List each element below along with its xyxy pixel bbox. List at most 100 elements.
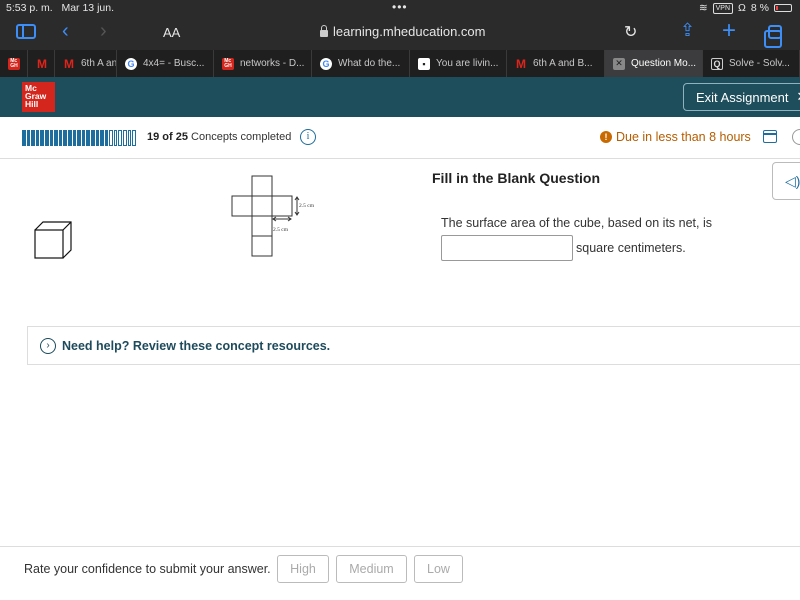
status-bar: 5:53 p. m. Mar 13 jun. ••• ≋ VPN Ω 8 % (0, 0, 800, 16)
confidence-footer: Rate your confidence to submit your answ… (0, 546, 800, 600)
progress-segment (104, 130, 109, 146)
help-circle-icon[interactable] (792, 129, 800, 145)
status-right: ≋ VPN Ω 8 % (699, 2, 792, 14)
tab-6th-ab[interactable]: M 6th A and B... (507, 50, 605, 77)
battery-icon (774, 4, 792, 12)
share-icon[interactable]: ⇪ (680, 20, 695, 41)
tab-label: 6th A and (81, 58, 117, 69)
tab-overview-icon[interactable] (764, 25, 782, 48)
progress-segment (100, 130, 104, 146)
back-icon[interactable]: ‹ (62, 20, 69, 43)
speaker-icon: ◁) (785, 173, 800, 189)
dimension-label: 2.5 cm (299, 203, 315, 209)
exit-assignment-button[interactable]: Exit Assignment ✕ (683, 83, 800, 111)
progress-segment (54, 130, 58, 146)
reader-settings-button[interactable]: AA (163, 25, 180, 40)
q-icon: Q (711, 57, 723, 70)
info-icon[interactable]: i (300, 129, 316, 145)
progress-segment (40, 130, 44, 146)
app-header: McGrawHill Exit Assignment ✕ (0, 77, 800, 117)
battery-percent: 8 % (750, 2, 769, 14)
forward-icon[interactable]: › (100, 20, 107, 43)
vpn-badge: VPN (712, 2, 734, 14)
progress-segment (113, 130, 118, 146)
tab-6th-a[interactable]: M 6th A and (55, 50, 117, 77)
wifi-icon: ≋ (698, 2, 708, 14)
progress-segment (132, 130, 136, 146)
concept-progress-bar (22, 130, 136, 146)
m-icon: M (64, 56, 74, 71)
progress-segment (58, 130, 63, 146)
confidence-low-button[interactable]: Low (414, 555, 463, 583)
multitask-dots-icon[interactable]: ••• (392, 0, 408, 14)
progress-segment (26, 130, 31, 146)
tab-networks[interactable]: Mc GH networks - D... (214, 50, 312, 77)
tab-label: networks - D... (240, 58, 305, 69)
tab-label: You are livin... (436, 58, 499, 69)
tab-m[interactable]: M (28, 50, 55, 77)
tab-mcgraw[interactable]: Mc GH (0, 50, 28, 77)
tab-bar: McGH M M 6th A and G 4x4= - Busc... McGH… (0, 50, 800, 77)
tab-label: 4x4= - Busc... (143, 58, 205, 69)
tab-you-are[interactable]: ▪ You are livin... (410, 50, 507, 77)
progress-segment (127, 130, 132, 146)
mcgraw-hill-logo: Mc Graw Hill (22, 82, 55, 112)
bookmark-icon: ▪ (418, 57, 430, 70)
lock-icon (320, 24, 328, 37)
progress-segment (90, 130, 95, 146)
sidebar-toggle-icon[interactable] (16, 24, 36, 39)
m-icon: M (516, 56, 526, 71)
tab-what-do[interactable]: G What do the... (312, 50, 410, 77)
cube-icon (34, 221, 72, 259)
tab-label: 6th A and B... (533, 58, 593, 69)
progress-segment (81, 130, 86, 146)
progress-segment (77, 130, 81, 146)
url-text: learning.mheducation.com (333, 24, 486, 39)
tab-question-mode[interactable]: ✕ Question Mo... (605, 50, 703, 77)
question-figure: 2.5 cm 2.5 cm (34, 175, 315, 259)
tab-label: What do the... (338, 58, 401, 69)
question-text: The surface area of the cube, based on i… (441, 216, 712, 230)
concept-resources-panel[interactable]: › Need help? Review these concept resour… (27, 326, 800, 365)
confidence-high-button[interactable]: High (277, 555, 329, 583)
tab-label: Solve - Solv... (729, 58, 790, 69)
progress-segment (31, 130, 35, 146)
concept-resources-link[interactable]: Need help? Review these concept resource… (62, 339, 330, 353)
answer-input[interactable] (441, 235, 573, 261)
close-icon: ✕ (797, 89, 800, 105)
progress-segment (35, 130, 40, 146)
progress-segment (72, 130, 77, 146)
cube-net (231, 175, 300, 257)
mcgraw-hill-icon: Mc GH (8, 57, 20, 70)
read-aloud-button[interactable]: ◁) (772, 162, 800, 200)
progress-segment (67, 130, 72, 146)
progress-segment (95, 130, 100, 146)
browser-toolbar: ‹ › AA learning.mheducation.com ↻ ⇪ + (0, 16, 800, 50)
confidence-medium-button[interactable]: Medium (336, 555, 407, 583)
reload-icon[interactable]: ↻ (624, 22, 637, 42)
progress-segment (63, 130, 67, 146)
google-icon: G (125, 57, 137, 70)
progress-count: 19 of 25 Concepts completed (147, 131, 292, 143)
address-bar[interactable]: learning.mheducation.com (320, 24, 485, 39)
tab-busc[interactable]: G 4x4= - Busc... (117, 50, 214, 77)
new-tab-icon[interactable]: + (722, 17, 736, 45)
dimension-label: 2.5 cm (273, 227, 289, 233)
progress-segment (22, 130, 26, 146)
mcgraw-hill-icon: Mc GH (222, 57, 234, 70)
tab-label: Question Mo... (631, 58, 697, 69)
progress-segment (86, 130, 90, 146)
progress-segment (109, 130, 113, 146)
answer-unit: square centimeters. (576, 241, 686, 255)
tab-solve[interactable]: Q Solve - Solv... (703, 50, 800, 77)
calendar-icon[interactable] (763, 130, 777, 143)
m-icon: M (37, 56, 47, 71)
chevron-right-icon: › (40, 337, 56, 354)
due-notice: ! Due in less than 8 hours (600, 130, 751, 144)
headphones-icon: Ω (738, 2, 746, 14)
progress-row: 19 of 25 Concepts completed i ! Due in l… (0, 117, 800, 159)
exit-label: Exit Assignment (696, 89, 789, 105)
google-icon: G (320, 57, 332, 70)
close-tab-icon[interactable]: ✕ (613, 57, 625, 70)
status-time: 5:53 p. m. Mar 13 jun. (6, 2, 114, 14)
